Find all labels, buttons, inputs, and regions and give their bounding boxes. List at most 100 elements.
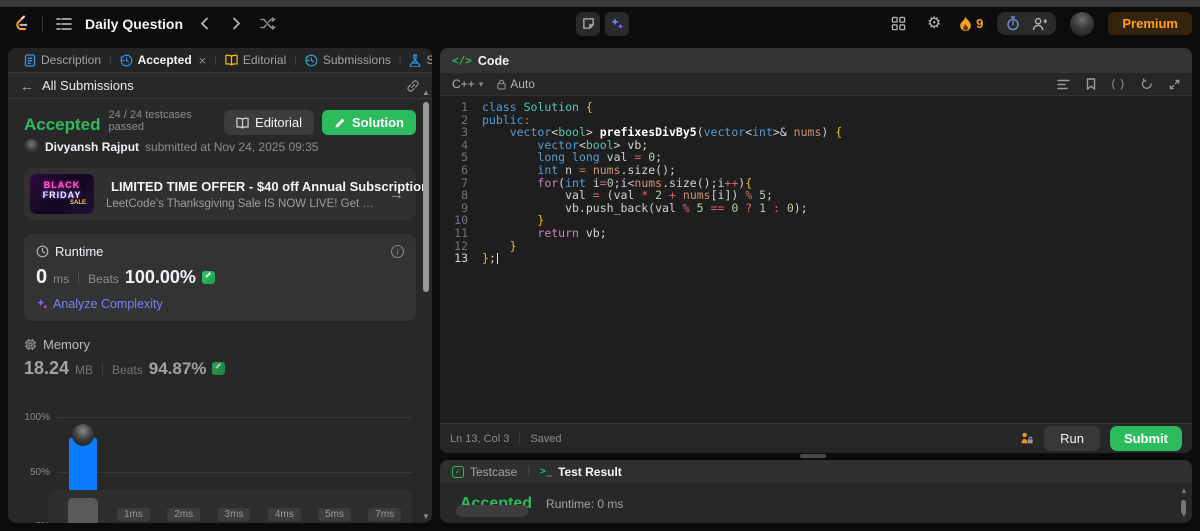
arrow-right-icon[interactable]: → <box>389 186 404 203</box>
code-editor[interactable]: 1 class Solution {2 public: 3 vector<bool> … <box>440 96 1192 423</box>
code-line-12[interactable]: 12 } <box>440 239 1192 253</box>
premium-button[interactable]: Premium <box>1108 12 1192 35</box>
editorial-button[interactable]: Editorial <box>224 110 314 135</box>
scrollbar-thumb[interactable] <box>423 102 429 292</box>
scroll-down-icon[interactable]: ▼ <box>422 512 430 521</box>
solution-button[interactable]: Solution <box>322 110 416 135</box>
memory-section[interactable]: Memory 18.24 MB Beats 94.87% <box>24 337 416 379</box>
flask-icon <box>409 53 421 67</box>
tabstrip: Description | Accepted × | Editorial | Submissi… <box>8 48 432 73</box>
text-cursor <box>496 253 499 265</box>
scroll-down-icon[interactable]: ▼ <box>1180 510 1188 519</box>
tab-solutions[interactable]: Solutions <box>401 48 432 72</box>
avatar-marker <box>72 424 95 446</box>
left-scrollbar[interactable]: ▲ ▼ <box>421 88 431 521</box>
next-question-icon[interactable] <box>225 13 247 35</box>
fullscreen-icon[interactable] <box>1169 79 1180 90</box>
format-lines-icon[interactable] <box>1056 79 1070 90</box>
beats-label: Beats <box>112 363 143 377</box>
code-line-11[interactable]: 11 return vb; <box>440 227 1192 240</box>
avatar[interactable] <box>1070 11 1095 36</box>
reset-icon[interactable] <box>1141 78 1153 90</box>
tab-label: Description <box>41 53 102 67</box>
beats-label: Beats <box>88 272 119 286</box>
prev-question-icon[interactable] <box>193 13 215 35</box>
tab-submissions[interactable]: Submissions <box>297 48 399 72</box>
overlay-x-label: 7ms <box>368 508 402 521</box>
submit-button[interactable]: Submit <box>1109 426 1182 451</box>
runtime-card[interactable]: Runtime i 0 ms Beats 100.00% Analyze Com… <box>24 234 416 321</box>
language-selector[interactable]: C++ ▾ <box>452 77 483 91</box>
link-icon[interactable] <box>406 79 420 93</box>
back-arrow-icon[interactable]: ← <box>20 78 34 94</box>
tab-test-result[interactable]: >_ Test Result <box>540 465 622 479</box>
submission-panel: Description | Accepted × | Editorial | Submissi… <box>8 48 432 523</box>
testcases-passed: 24 / 24 testcases passed <box>108 109 192 133</box>
stopwatch-icon[interactable] <box>1006 16 1020 31</box>
nav-title[interactable]: Daily Question <box>85 16 183 32</box>
close-icon[interactable]: × <box>199 53 207 68</box>
console-scrollbar[interactable]: ▲ ▼ <box>1179 486 1189 519</box>
divider <box>42 15 43 32</box>
author-avatar[interactable] <box>24 139 39 154</box>
tab-editorial[interactable]: Editorial <box>217 48 294 72</box>
console-panel: ✓ Testcase | >_ Test Result Accepted Run… <box>440 460 1192 523</box>
problem-list-icon[interactable] <box>53 13 75 35</box>
y-axis-label: 50% <box>29 467 50 478</box>
code-line-13[interactable]: 13}; <box>440 252 1192 265</box>
memory-unit: MB <box>75 363 94 377</box>
code-text: vector<bool> prefixesDivBy5(vector<int>&… <box>509 125 843 140</box>
streak-count: 9 <box>976 16 984 31</box>
clock-history-icon <box>120 54 133 67</box>
code-text: val = (val * 2 + nums[i]) % 5; <box>482 188 773 203</box>
bookmark-icon[interactable] <box>1086 78 1096 90</box>
analyze-complexity-button[interactable]: Analyze Complexity <box>36 297 404 311</box>
overlay-col: 4ms <box>259 494 309 523</box>
topbar: Daily Question ⚙ 9 Premium <box>0 7 1200 40</box>
session-tools <box>997 12 1057 35</box>
scroll-up-icon[interactable]: ▲ <box>422 88 430 97</box>
promo-subtitle: LeetCode's Thanksgiving Sale IS NOW LIVE… <box>106 197 377 210</box>
black-friday-art: BLACK FRIDAY SALE <box>30 174 94 214</box>
streak-counter[interactable]: 9 <box>959 16 983 32</box>
window-top-strip <box>0 0 1200 7</box>
tab-description[interactable]: Description <box>16 48 109 72</box>
info-icon[interactable]: i <box>391 245 404 258</box>
console-tabs: ✓ Testcase | >_ Test Result <box>440 460 1192 483</box>
result-runtime: Runtime: 0 ms <box>546 497 624 511</box>
case-chip-partial[interactable] <box>456 505 528 517</box>
overlay-col: 2ms <box>159 494 209 523</box>
leetcode-logo[interactable] <box>10 13 32 35</box>
saved-status: Saved <box>530 432 562 445</box>
back-label[interactable]: All Submissions <box>42 78 134 93</box>
runtime-value: 0 <box>36 266 48 288</box>
code-line-9[interactable]: 9 vb.push_back(val % 5 == 0 ? 1 : 0); <box>440 201 1192 215</box>
scroll-up-icon[interactable]: ▲ <box>1180 486 1188 495</box>
overlay-x-label: 1ms <box>116 508 150 521</box>
shuffle-icon[interactable] <box>257 13 279 35</box>
file-text-icon <box>24 53 36 67</box>
test-result-tab-label: Test Result <box>558 464 622 479</box>
note-icon[interactable] <box>576 11 600 36</box>
author-name[interactable]: Divyansh Rajput <box>45 140 139 154</box>
cursor-position: Ln 13, Col 3 <box>450 432 510 445</box>
panel-resize-handle[interactable] <box>800 454 826 458</box>
ai-sparkles-icon[interactable] <box>605 11 629 36</box>
tab-testcase[interactable]: ✓ Testcase <box>452 465 517 479</box>
autocomplete-toggle[interactable]: Auto <box>497 77 535 91</box>
gear-icon[interactable]: ⚙ <box>923 13 945 35</box>
lock-icon <box>497 79 506 90</box>
promo-banner[interactable]: BLACK FRIDAY SALE LIMITED TIME OFFER - $… <box>24 168 429 220</box>
person-add-icon[interactable] <box>1032 17 1048 31</box>
tab-accepted[interactable]: Accepted × <box>112 48 215 72</box>
check-icon: ✓ <box>452 465 464 478</box>
apps-grid-icon[interactable] <box>887 13 909 35</box>
overlay-x-label: 3ms <box>217 508 251 521</box>
run-button[interactable]: Run <box>1044 426 1100 451</box>
divider <box>102 362 104 375</box>
runtime-unit: ms <box>53 272 70 286</box>
brackets-icon[interactable]: ( ) <box>1112 78 1125 90</box>
debugger-lock-icon[interactable] <box>1019 431 1034 446</box>
code-line-8[interactable]: 8 val = (val * 2 + nums[i]) % 5; <box>440 189 1192 202</box>
code-line-1[interactable]: 1 class Solution { <box>440 101 1192 114</box>
